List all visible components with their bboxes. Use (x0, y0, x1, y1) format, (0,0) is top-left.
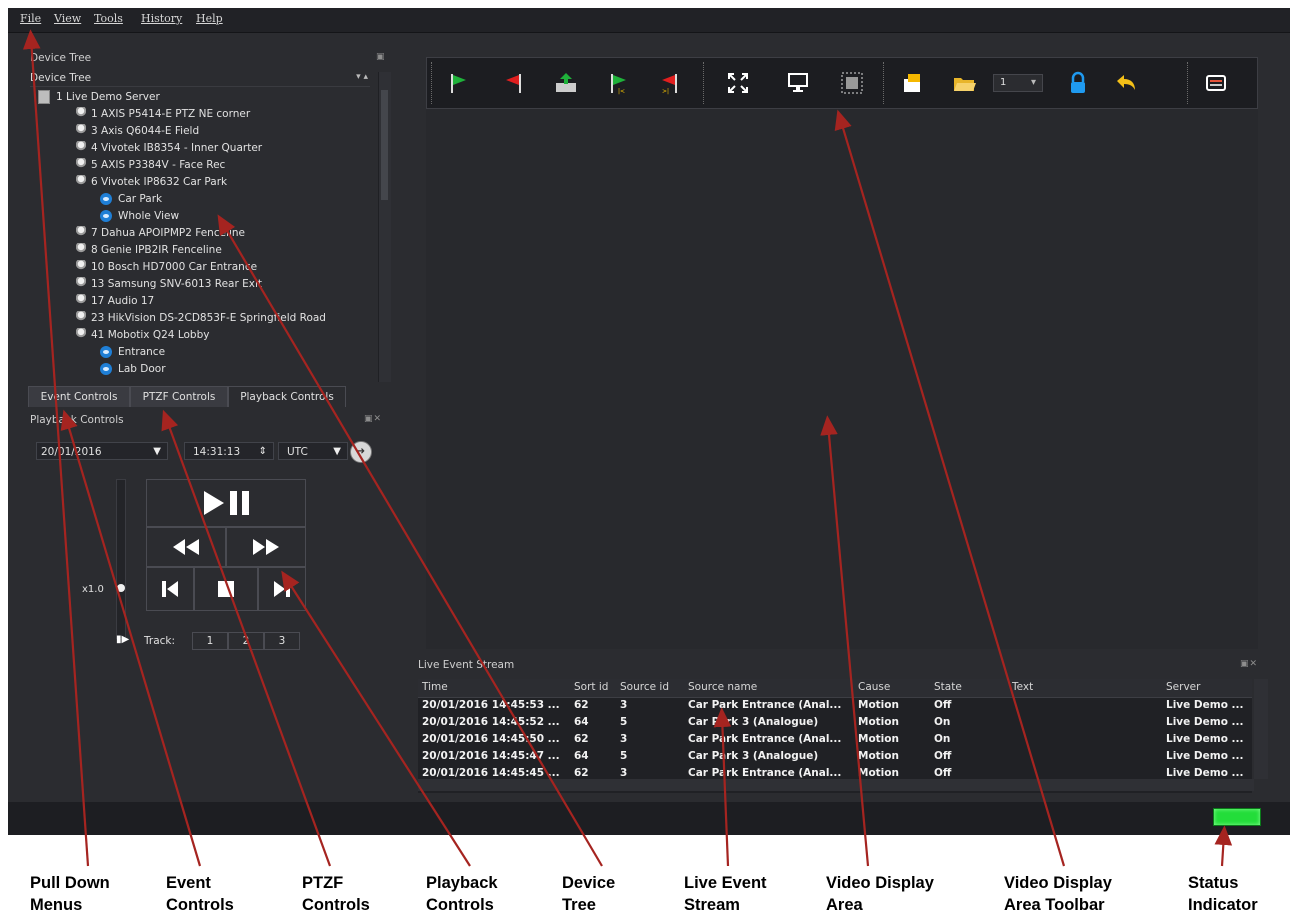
callout-pull-down-menus: Pull Down Menus (30, 872, 110, 916)
callout-line: Pull Down (30, 874, 110, 892)
callout-line: Menus (30, 896, 83, 914)
callout-line: Status (1188, 874, 1239, 892)
callout-line: Controls (302, 896, 370, 914)
callout-video-display-area: Video Display Area (826, 872, 934, 916)
arrow-video-display-area (820, 415, 870, 867)
callout-playback-controls: Playback Controls (426, 872, 498, 916)
callout-line: Controls (166, 896, 234, 914)
arrow-status-indicator (1214, 825, 1233, 867)
callout-line: Area (826, 896, 863, 914)
arrow-ptzf-controls (161, 409, 332, 867)
arrow-device-tree (217, 214, 603, 867)
callout-line: Video Display (826, 874, 934, 892)
callout-status-indicator: Status Indicator (1188, 872, 1258, 916)
callout-event-controls: Event Controls (166, 872, 234, 916)
annotation-arrows (22, 29, 1233, 867)
callout-line: Indicator (1188, 896, 1258, 914)
callout-live-event-stream: Live Event Stream (684, 872, 767, 916)
callout-device-tree: Device Tree (562, 872, 615, 916)
callout-line: PTZF (302, 874, 344, 892)
callout-line: Live Event (684, 874, 767, 892)
callout-line: Stream (684, 896, 740, 914)
callout-line: Area Toolbar (1004, 896, 1105, 914)
callout-line: Tree (562, 896, 596, 914)
callout-line: Controls (426, 896, 494, 914)
callout-line: Video Display (1004, 874, 1112, 892)
callout-ptzf-controls: PTZF Controls (302, 872, 370, 916)
arrow-video-display-toolbar (834, 109, 1066, 867)
callout-line: Playback (426, 874, 498, 892)
arrow-live-event-stream (713, 707, 732, 867)
callout-line: Event (166, 874, 211, 892)
arrow-event-controls (60, 409, 202, 867)
callout-video-display-toolbar: Video Display Area Toolbar (1004, 872, 1112, 916)
callout-line: Device (562, 874, 616, 892)
arrow-pull-down-menus (22, 29, 90, 867)
